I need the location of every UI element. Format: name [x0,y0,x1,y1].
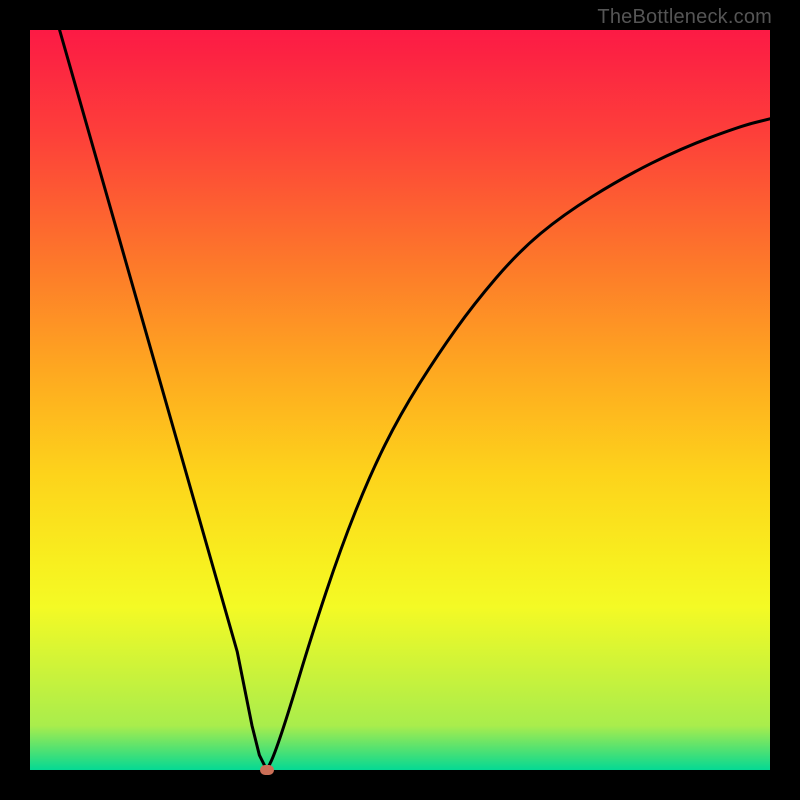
curve-svg [30,30,770,770]
plot-area [30,30,770,770]
watermark-text: TheBottleneck.com [597,6,772,29]
bottleneck-curve [60,30,770,770]
optimum-marker [260,765,274,775]
chart-container: TheBottleneck.com [0,0,800,800]
